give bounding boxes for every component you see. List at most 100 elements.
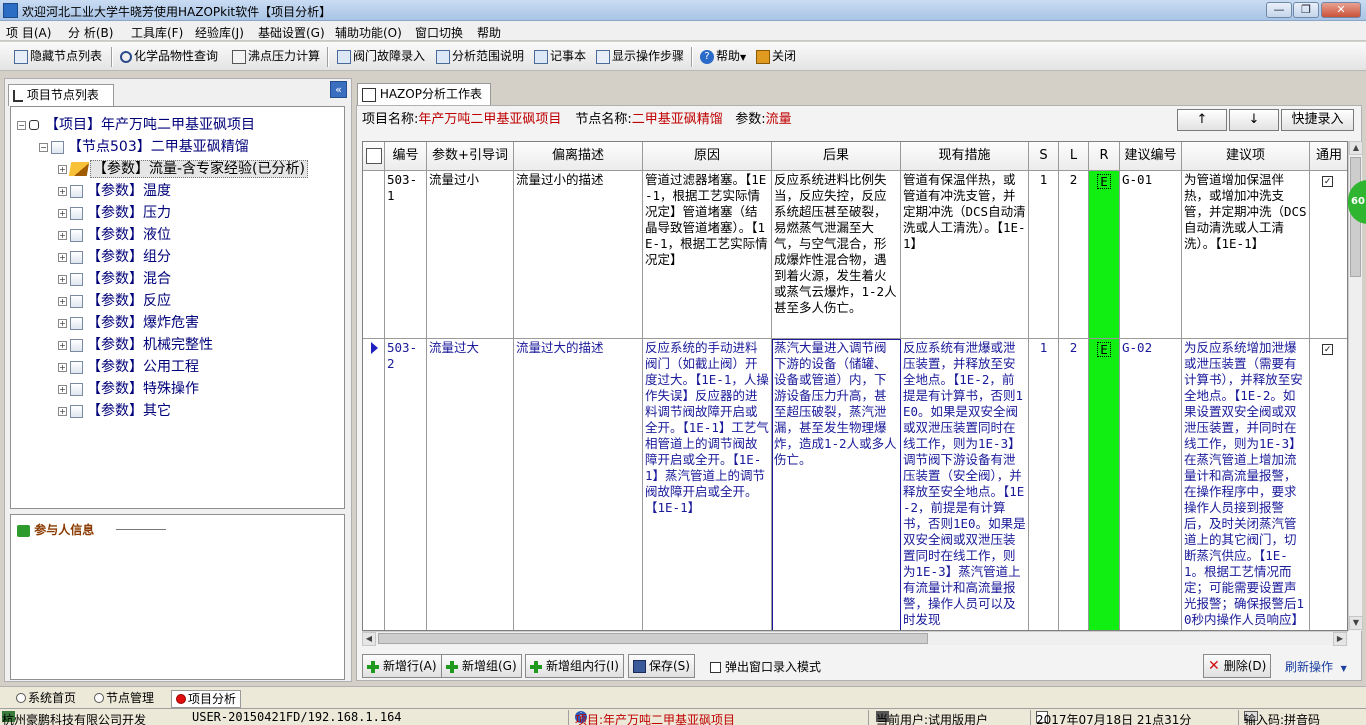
expand-icon[interactable]: + — [58, 208, 67, 218]
notepad-button[interactable]: 记事本 — [532, 46, 586, 68]
tree-item-param[interactable]: + 【参数】特殊操作 — [58, 379, 199, 399]
tree-item-param[interactable]: + 【参数】液位 — [58, 225, 171, 245]
hide-nodes-button[interactable]: 隐藏节点列表 — [12, 46, 102, 68]
scroll-down-icon[interactable]: ▼ — [1349, 616, 1363, 630]
add-in-group-button[interactable]: 新增组内行(I) — [525, 654, 624, 678]
cell-severity[interactable]: 1 — [1029, 171, 1059, 339]
cell-common[interactable]: ✓ — [1310, 171, 1347, 339]
tab-home[interactable]: 系统首页 — [16, 690, 76, 706]
cell-consequence[interactable]: 蒸汽大量进入调节阀下游的设备（储罐、设备或管道）内，下游设备压力升高，甚至超压破… — [772, 339, 901, 630]
menu-experience[interactable]: 经验库(J) — [195, 24, 244, 41]
tree-item-param[interactable]: + 【参数】反应 — [58, 291, 171, 311]
menu-settings[interactable]: 基础设置(G) — [258, 24, 325, 41]
cell-measures[interactable]: 管道有保温伴热，或管道有冲洗支管，并定期冲洗（DCS自动清洗或人工清洗）。【1E… — [901, 171, 1029, 339]
cell-deviation[interactable]: 流量过大的描述 — [514, 339, 643, 630]
cell-likelihood[interactable]: 2 — [1059, 339, 1089, 630]
expand-icon[interactable]: + — [58, 384, 67, 394]
menu-project[interactable]: 项 目(A) — [6, 24, 51, 41]
collapse-panel-button[interactable]: « — [330, 81, 347, 98]
expand-icon[interactable]: + — [58, 362, 67, 372]
cell-measures[interactable]: 反应系统有泄爆或泄压装置，并释放至安全地点。【1E-2，前提是有计算书，否则1E… — [901, 339, 1029, 630]
menu-window[interactable]: 窗口切换 — [415, 24, 463, 41]
tab-node-list[interactable]: 项目节点列表 — [8, 84, 114, 106]
close-window-button[interactable]: ✕ — [1321, 2, 1361, 18]
column-header[interactable]: L — [1059, 142, 1089, 171]
scroll-right-icon[interactable]: ▶ — [1333, 632, 1347, 646]
tree-item-param[interactable]: + 【参数】混合 — [58, 269, 171, 289]
cell-id[interactable]: 503-1 — [385, 171, 427, 339]
tree-item-param[interactable]: + 【参数】公用工程 — [58, 357, 199, 377]
boil-calc-button[interactable]: 沸点压力计算 — [230, 46, 320, 68]
cell-risk[interactable]: E — [1089, 339, 1120, 630]
cell-suggestion-no[interactable]: G-01 — [1120, 171, 1182, 339]
column-header[interactable]: S — [1029, 142, 1059, 171]
column-header[interactable]: 参数+引导词 — [427, 142, 514, 171]
column-header[interactable]: 后果 — [772, 142, 901, 171]
move-up-button[interactable]: ↑ — [1177, 109, 1227, 131]
expand-icon[interactable]: + — [58, 164, 67, 174]
expand-icon[interactable]: + — [58, 252, 67, 262]
horizontal-scrollbar[interactable]: ◀ ▶ — [362, 631, 1348, 646]
chem-query-button[interactable]: 化学品物性查询 — [118, 46, 218, 68]
show-steps-button[interactable]: 显示操作步骤 — [594, 46, 684, 68]
delete-button[interactable]: ✕ 删除(D) — [1203, 654, 1272, 678]
scroll-up-icon[interactable]: ▲ — [1349, 141, 1363, 155]
cell-param[interactable]: 流量过大 — [427, 339, 514, 630]
row-selector[interactable] — [363, 339, 385, 630]
refresh-dropdown[interactable]: 刷新操作 ▼ — [1285, 658, 1347, 675]
expand-icon[interactable]: + — [58, 186, 67, 196]
cell-suggestion-no[interactable]: G-02 — [1120, 339, 1182, 630]
scroll-thumb[interactable] — [378, 633, 928, 644]
move-down-button[interactable]: ↓ — [1229, 109, 1279, 131]
cell-id[interactable]: 503-2 — [385, 339, 427, 630]
tree-item-node[interactable]: − 【节点503】二甲基亚砜精馏 — [39, 137, 249, 157]
cell-severity[interactable]: 1 — [1029, 339, 1059, 630]
cell-common[interactable]: ✓ — [1310, 339, 1347, 630]
tree-item-param[interactable]: + 【参数】流量-含专家经验(已分析) — [58, 159, 308, 179]
minimize-button[interactable]: — — [1266, 2, 1292, 18]
scope-desc-button[interactable]: 分析范围说明 — [434, 46, 524, 68]
column-header[interactable]: R — [1089, 142, 1120, 171]
cell-deviation[interactable]: 流量过小的描述 — [514, 171, 643, 339]
menu-aux[interactable]: 辅助功能(O) — [335, 24, 402, 41]
tab-hazop-worksheet[interactable]: HAZOP分析工作表 — [357, 83, 491, 105]
column-header[interactable]: 通用 — [1310, 142, 1347, 171]
tree-item-param[interactable]: + 【参数】其它 — [58, 401, 171, 421]
tree-item-param[interactable]: + 【参数】温度 — [58, 181, 171, 201]
popup-mode-checkbox[interactable] — [710, 662, 721, 673]
column-header[interactable]: 编号 — [385, 142, 427, 171]
scroll-left-icon[interactable]: ◀ — [362, 632, 376, 646]
common-checkbox[interactable]: ✓ — [1322, 176, 1333, 187]
close-app-button[interactable]: 关闭 — [754, 46, 796, 68]
restore-button[interactable]: ❐ — [1293, 2, 1319, 18]
cell-consequence[interactable]: 反应系统进料比例失当，反应失控，反应系统超压甚至破裂，易燃蒸气泄漏至大气，与空气… — [772, 171, 901, 339]
menu-analysis[interactable]: 分 析(B) — [68, 24, 113, 41]
tab-project-analysis[interactable]: 项目分析 — [171, 690, 242, 708]
cell-param[interactable]: 流量过小 — [427, 171, 514, 339]
column-header[interactable]: 建议项 — [1182, 142, 1310, 171]
tree-item-param[interactable]: + 【参数】压力 — [58, 203, 171, 223]
tree-item-project[interactable]: − 【项目】年产万吨二甲基亚砜项目 — [17, 115, 255, 135]
menu-help[interactable]: 帮助 — [477, 24, 501, 41]
expand-icon[interactable]: + — [58, 274, 67, 284]
tree-item-param[interactable]: + 【参数】机械完整性 — [58, 335, 213, 355]
expand-icon[interactable]: + — [58, 318, 67, 328]
tree-item-param[interactable]: + 【参数】组分 — [58, 247, 171, 267]
collapse-icon[interactable]: − — [17, 120, 26, 130]
cell-likelihood[interactable]: 2 — [1059, 171, 1089, 339]
cell-cause[interactable]: 管道过滤器堵塞。【1E-1，根据工艺实际情况定】管道堵塞（结晶导致管道堵塞）。【… — [643, 171, 772, 339]
tab-node-management[interactable]: 节点管理 — [94, 690, 154, 706]
menu-tools[interactable]: 工具库(F) — [131, 24, 183, 41]
expand-icon[interactable]: + — [58, 406, 67, 416]
valve-fault-button[interactable]: 阀门故障录入 — [335, 46, 425, 68]
add-group-button[interactable]: 新增组(G) — [441, 654, 522, 678]
cell-suggestion[interactable]: 为管道增加保温伴热，或增加冲洗支管，并定期冲洗（DCS自动清洗或人工清洗）。【1… — [1182, 171, 1310, 339]
column-header[interactable]: 偏离描述 — [514, 142, 643, 171]
cell-suggestion[interactable]: 为反应系统增加泄爆或泄压装置（需要有计算书），并释放至安全地点。【1E-2。如果… — [1182, 339, 1310, 630]
expand-icon[interactable]: + — [58, 340, 67, 350]
tree-item-param[interactable]: + 【参数】爆炸危害 — [58, 313, 199, 333]
cell-risk[interactable]: E — [1089, 171, 1120, 339]
expand-icon[interactable]: + — [58, 296, 67, 306]
row-selector[interactable] — [363, 171, 385, 339]
column-header[interactable]: 现有措施 — [901, 142, 1029, 171]
